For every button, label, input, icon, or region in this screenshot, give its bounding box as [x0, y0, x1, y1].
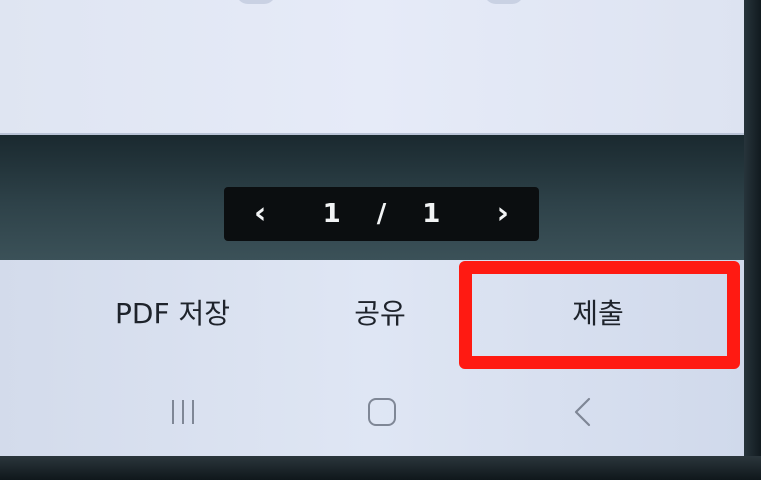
home-icon[interactable] — [352, 390, 412, 434]
total-page-count: 1 — [422, 199, 441, 229]
page-indicator: 1 / 1 — [323, 199, 441, 229]
prev-page-chevron-left-icon[interactable]: ‹ — [254, 199, 266, 229]
preview-decoration-right — [484, 0, 524, 4]
pdf-save-button[interactable]: PDF 저장 — [90, 260, 255, 364]
recents-icon[interactable] — [153, 390, 213, 434]
current-page-number: 1 — [322, 199, 341, 229]
phone-screen: ‹ 1 / 1 › PDF 저장 공유 제출 — [0, 0, 744, 480]
document-preview[interactable] — [0, 0, 744, 135]
system-navigation-bar — [0, 380, 744, 444]
page-separator: / — [376, 199, 387, 229]
back-icon[interactable] — [553, 390, 613, 434]
phone-frame-edge — [744, 0, 761, 480]
share-button[interactable]: 공유 — [320, 260, 440, 364]
phone-bottom-bezel — [0, 456, 761, 480]
preview-decoration-left — [236, 0, 276, 4]
page-navigator: ‹ 1 / 1 › — [224, 187, 539, 241]
submit-button[interactable]: 제출 — [470, 260, 726, 364]
next-page-chevron-right-icon[interactable]: › — [497, 199, 509, 229]
